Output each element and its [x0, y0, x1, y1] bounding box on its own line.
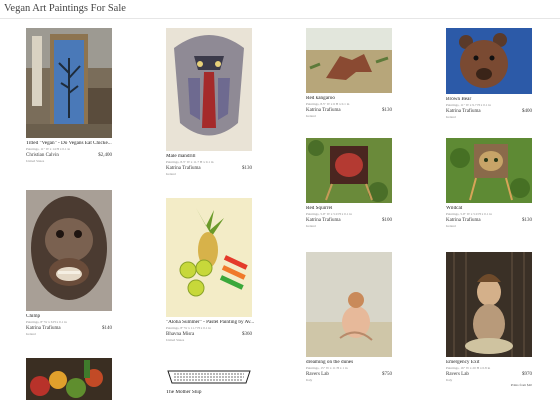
- artwork-image[interactable]: [26, 358, 112, 400]
- artwork-dimensions: Paintings, 8.3" W x 11.7 H x 0.1 in: [166, 159, 214, 164]
- artist-location: Italy: [306, 378, 313, 383]
- artist-name[interactable]: Katrina Trafiuma: [446, 109, 481, 114]
- artwork-dimensions: Paintings, 16" W x 20 H x 0.8 in: [446, 365, 491, 370]
- artist-name[interactable]: Katrina Trafiuma: [306, 108, 341, 113]
- artwork-price: $400: [522, 109, 532, 115]
- artist-location: Ireland: [306, 114, 316, 119]
- artwork-image[interactable]: [446, 138, 532, 203]
- artwork-dimensions: Paintings, 8" W x 6 H x 0.1 in: [26, 319, 67, 324]
- artwork-card[interactable]: Titled "Vegan" - Do Vegans Eat Chicke...…: [26, 28, 118, 163]
- artwork-title[interactable]: The Mother Ship: [166, 390, 258, 396]
- artwork-card[interactable]: Male mandrill Paintings, 8.3" W x 11.7 H…: [166, 28, 258, 176]
- artist-name[interactable]: Ravers Lab: [306, 372, 329, 377]
- artist-location: Ireland: [166, 172, 176, 177]
- artwork-card[interactable]: Wildcat Paintings, 5.9" W x 5.9 H x 0.1 …: [446, 138, 538, 228]
- artwork-card[interactable]: Red Squirrel Paintings, 5.9" W x 5.9 H x…: [306, 138, 398, 228]
- artist-location: Ireland: [26, 332, 36, 337]
- artwork-price: $130: [382, 108, 392, 114]
- artist-name[interactable]: Katrina Trafiuma: [446, 218, 481, 223]
- artwork-card[interactable]: Chimp Paintings, 8" W x 6 H x 0.1 in Kat…: [26, 190, 118, 336]
- artwork-card[interactable]: Emergency Exit Paintings, 16" W x 20 H x…: [446, 252, 538, 387]
- artwork-dimensions: Paintings, 8.5" W x 6 H x 0.1 in: [306, 101, 350, 106]
- artwork-dimensions: Paintings, 15" W x 11 H x 1 in: [306, 365, 348, 370]
- artist-name[interactable]: Ravers Lab: [446, 372, 469, 377]
- artwork-card[interactable]: The Mother Ship: [166, 365, 258, 396]
- title-divider: [0, 18, 560, 19]
- prints-price[interactable]: Prints from $40: [446, 383, 532, 387]
- artist-location: Ireland: [446, 115, 456, 120]
- artwork-image[interactable]: [166, 28, 252, 151]
- artist-name[interactable]: Katrina Trafiuma: [26, 326, 61, 331]
- page-title: Vegan Art Paintings For Sale: [4, 3, 126, 14]
- artwork-price: $140: [102, 326, 112, 332]
- artwork-price: $130: [242, 166, 252, 172]
- artwork-dimensions: Paintings, 5.9" W x 5.9 H x 0.1 in: [306, 211, 352, 216]
- artwork-dimensions: Paintings, 5.9" W x 5.9 H x 0.1 in: [446, 211, 492, 216]
- artwork-image[interactable]: [26, 28, 112, 138]
- artist-location: United States: [166, 338, 185, 343]
- artwork-image[interactable]: [166, 198, 252, 317]
- artist-name[interactable]: Katrina Trafiuma: [306, 218, 341, 223]
- artwork-price: $750: [382, 372, 392, 378]
- artist-location: Ireland: [446, 224, 456, 229]
- artwork-card[interactable]: Brown Bear Paintings, 11" W x 9.7 H x 0.…: [446, 28, 538, 119]
- artwork-price: $2,400: [98, 153, 112, 159]
- artwork-price: $360: [242, 332, 252, 338]
- artwork-price: $100: [382, 218, 392, 224]
- artwork-image[interactable]: [446, 28, 532, 94]
- artwork-image[interactable]: [306, 252, 392, 357]
- artwork-image[interactable]: [26, 190, 112, 311]
- artwork-card[interactable]: Red kangaroo Paintings, 8.5" W x 6 H x 0…: [306, 28, 398, 118]
- artwork-dimensions: Paintings, 8" W x 11.7 H x 0.1 in: [166, 325, 211, 330]
- artwork-card[interactable]: [26, 358, 118, 400]
- artist-location: Italy: [446, 378, 453, 383]
- artist-name[interactable]: Bhavna Misra: [166, 332, 194, 337]
- artwork-image[interactable]: [306, 138, 392, 203]
- artwork-dimensions: Paintings, 11" W x 9.7 H x 0.1 in: [446, 102, 491, 107]
- artwork-image[interactable]: [446, 252, 532, 357]
- artist-name[interactable]: Katrina Trafiuma: [166, 166, 201, 171]
- artwork-price: $130: [522, 218, 532, 224]
- artist-name[interactable]: Christian Calvin: [26, 153, 59, 158]
- artwork-image[interactable]: [166, 365, 252, 387]
- artwork-card[interactable]: dreaming on the dunes Paintings, 15" W x…: [306, 252, 398, 382]
- artwork-price: $970: [522, 372, 532, 378]
- artist-location: Ireland: [306, 224, 316, 229]
- artwork-image[interactable]: [306, 28, 392, 93]
- artist-location: United States: [26, 159, 45, 164]
- artwork-dimensions: Paintings, 11" W x 14 H x 0.1 in: [26, 146, 71, 151]
- artwork-card[interactable]: "Aloha Summer" - Pastel Painting by Av..…: [166, 198, 258, 342]
